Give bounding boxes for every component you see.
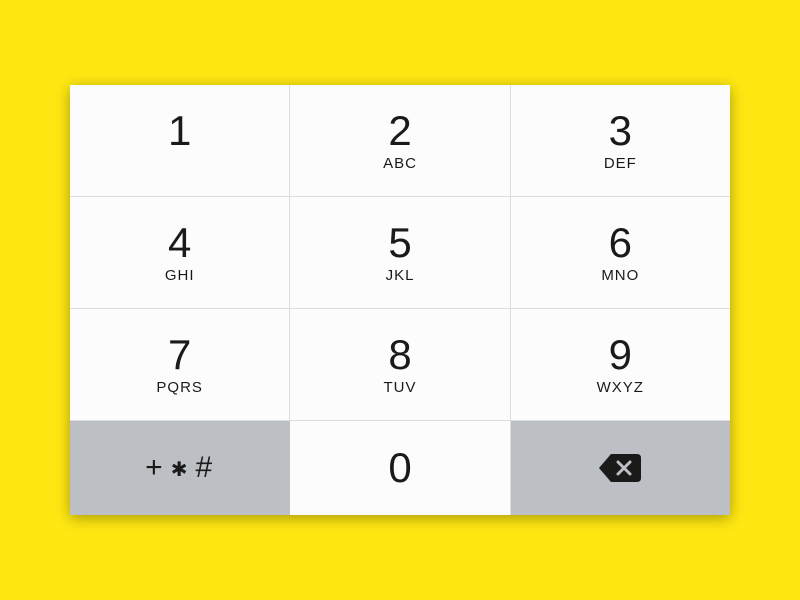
key-8[interactable]: 8 TUV	[290, 309, 510, 421]
keypad-row-4: + ✱ # 0	[70, 421, 730, 515]
key-number: 6	[609, 222, 632, 264]
key-backspace[interactable]	[511, 421, 730, 515]
key-letters: PQRS	[156, 380, 203, 396]
key-2[interactable]: 2 ABC	[290, 85, 510, 197]
key-letters: GHI	[165, 268, 195, 284]
key-9[interactable]: 9 WXYZ	[511, 309, 730, 421]
key-letters: WXYZ	[597, 380, 644, 396]
key-4[interactable]: 4 GHI	[70, 197, 290, 309]
key-letters: JKL	[386, 268, 415, 284]
key-6[interactable]: 6 MNO	[511, 197, 730, 309]
key-number: 0	[388, 447, 411, 489]
key-number: 2	[388, 110, 411, 152]
key-number: 1	[168, 110, 191, 152]
key-3[interactable]: 3 DEF	[511, 85, 730, 197]
key-letters: DEF	[604, 156, 637, 172]
key-letters: ABC	[383, 156, 417, 172]
key-letters: MNO	[601, 268, 639, 284]
plus-symbol: +	[145, 451, 165, 485]
key-number: 5	[388, 222, 411, 264]
keypad-row-3: 7 PQRS 8 TUV 9 WXYZ	[70, 309, 730, 421]
key-number: 7	[168, 334, 191, 376]
key-letters: TUV	[383, 380, 416, 396]
symbols-label: + ✱ #	[145, 451, 214, 485]
keypad-row-1: 1 2 ABC 3 DEF	[70, 85, 730, 197]
backspace-icon	[597, 452, 643, 484]
key-number: 8	[388, 334, 411, 376]
key-number: 9	[609, 334, 632, 376]
star-symbol: ✱	[171, 457, 190, 482]
key-5[interactable]: 5 JKL	[290, 197, 510, 309]
phone-keypad: 1 2 ABC 3 DEF 4 GHI 5 JKL 6 MNO 7 PQRS	[70, 85, 730, 515]
key-7[interactable]: 7 PQRS	[70, 309, 290, 421]
key-symbols[interactable]: + ✱ #	[70, 421, 290, 515]
key-0[interactable]: 0	[290, 421, 510, 515]
key-1[interactable]: 1	[70, 85, 290, 197]
keypad-row-2: 4 GHI 5 JKL 6 MNO	[70, 197, 730, 309]
hash-symbol: #	[195, 451, 214, 485]
key-number: 4	[168, 222, 191, 264]
key-number: 3	[609, 110, 632, 152]
